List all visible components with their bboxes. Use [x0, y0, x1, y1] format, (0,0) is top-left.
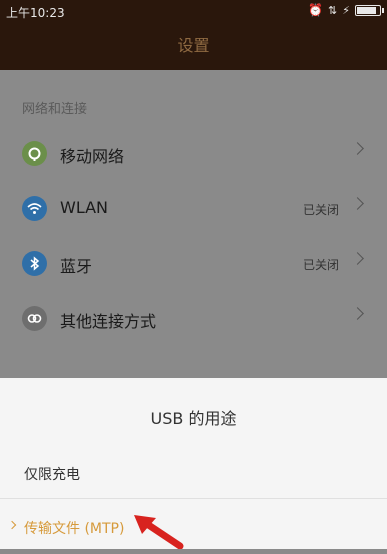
wifi-icon [22, 196, 47, 221]
chevron-right-icon [351, 307, 364, 320]
charging-icon: ⚡ [342, 3, 350, 17]
option-charge-only[interactable]: 仅限充电 [0, 448, 387, 500]
status-bar: 上午10:23 ⏰ ⇅ ⚡ [0, 0, 387, 22]
settings-row-other-connections[interactable]: 其他连接方式 [0, 291, 387, 346]
alarm-icon: ⏰ [308, 3, 324, 17]
option-transfer-files-mtp[interactable]: 传输文件 (MTP) [0, 502, 387, 554]
settings-row-mobile-network[interactable]: 移动网络 [0, 126, 387, 181]
settings-row-wlan[interactable]: WLAN 已关闭 [0, 181, 387, 236]
link-icon [22, 306, 47, 331]
mobile-network-icon [22, 141, 47, 166]
annotation-arrow-icon [134, 515, 184, 549]
signal-icon: ⇅ [328, 3, 338, 17]
settings-list: 网络和连接 移动网络 WLAN 已关闭 蓝牙 已关闭 其他连接方式 [0, 70, 387, 380]
chevron-right-icon [351, 142, 364, 155]
chevron-right-icon [351, 252, 364, 265]
status-icons: ⏰ ⇅ ⚡ [308, 3, 384, 17]
page-title: 设置 [0, 22, 387, 70]
selected-chevron-icon [7, 520, 17, 530]
settings-row-label: 移动网络 [60, 147, 125, 166]
option-label: 仅限充电 [24, 467, 80, 483]
settings-row-state: 已关闭 [302, 203, 339, 217]
battery-icon [355, 4, 384, 16]
section-label: 网络和连接 [22, 102, 88, 117]
dialog-title: USB 的用途 [150, 409, 237, 428]
usb-purpose-dialog: USB 的用途 仅限充电 传输文件 (MTP) [0, 378, 387, 549]
status-time: 上午10:23 [6, 6, 65, 20]
option-label: 传输文件 (MTP) [24, 521, 125, 537]
settings-row-bluetooth[interactable]: 蓝牙 已关闭 [0, 236, 387, 291]
settings-row-label: WLAN [60, 198, 109, 217]
divider [0, 498, 387, 499]
chevron-right-icon [351, 197, 364, 210]
settings-row-label: 其他连接方式 [60, 312, 157, 331]
settings-row-state: 已关闭 [302, 258, 339, 272]
bluetooth-icon [22, 251, 47, 276]
settings-row-label: 蓝牙 [60, 257, 93, 276]
